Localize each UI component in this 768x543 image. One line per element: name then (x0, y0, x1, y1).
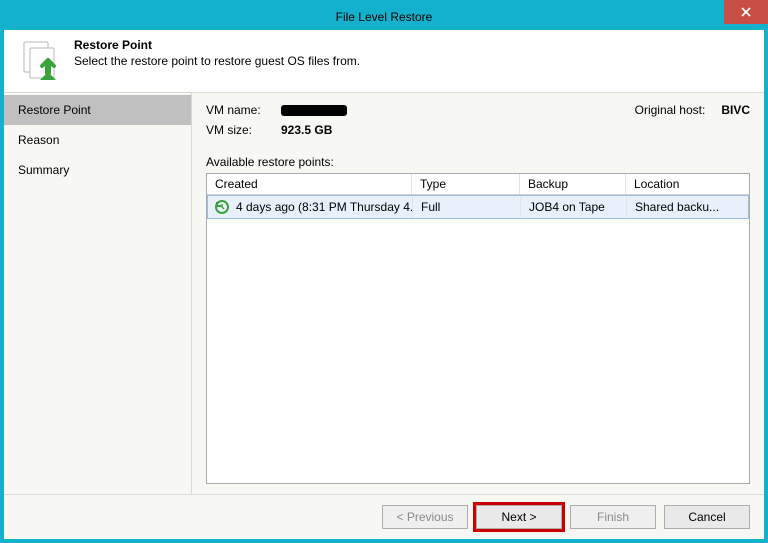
cell-type: Full (413, 197, 521, 217)
wizard-body: Restore Point Reason Summary VM name: Or… (4, 92, 764, 495)
cell-created: 4 days ago (8:31 PM Thursday 4... (236, 200, 413, 214)
original-host-value: BIVC (721, 103, 750, 117)
previous-button: < Previous (382, 505, 468, 529)
wizard-nav: Restore Point Reason Summary (4, 93, 192, 494)
close-button[interactable] (724, 0, 768, 24)
vm-name-row: VM name: Original host: BIVC (206, 103, 750, 117)
col-location[interactable]: Location (626, 174, 731, 194)
restore-point-row-icon (214, 199, 230, 215)
restore-point-icon (18, 38, 62, 82)
vm-size-row: VM size: 923.5 GB (206, 123, 750, 137)
wizard-window: File Level Restore Restore Point Select … (0, 0, 768, 543)
nav-step-summary[interactable]: Summary (4, 155, 191, 185)
vm-size-value: 923.5 GB (281, 123, 332, 137)
col-type[interactable]: Type (412, 174, 520, 194)
wizard-footer: < Previous Next > Finish Cancel (4, 495, 764, 539)
finish-button: Finish (570, 505, 656, 529)
grid-header: Created Type Backup Location (207, 174, 749, 195)
wizard-content: VM name: Original host: BIVC VM size: 92… (192, 93, 764, 494)
col-spacer (731, 174, 749, 194)
nav-step-reason[interactable]: Reason (4, 125, 191, 155)
restore-points-grid: Created Type Backup Location (206, 173, 750, 484)
col-backup[interactable]: Backup (520, 174, 626, 194)
original-host-label: Original host: (635, 103, 706, 117)
redacted-value (281, 105, 347, 116)
vm-name-label: VM name: (206, 103, 281, 117)
next-button[interactable]: Next > (476, 505, 562, 529)
cancel-button[interactable]: Cancel (664, 505, 750, 529)
table-row[interactable]: 4 days ago (8:31 PM Thursday 4... Full J… (207, 195, 749, 219)
close-icon (741, 7, 751, 17)
header-title: Restore Point (74, 38, 750, 52)
available-restore-points-label: Available restore points: (206, 155, 750, 169)
header-subtitle: Select the restore point to restore gues… (74, 54, 750, 68)
vm-size-label: VM size: (206, 123, 281, 137)
vm-name-value (281, 103, 347, 117)
window-title: File Level Restore (336, 10, 433, 24)
cell-location: Shared backu... (627, 197, 748, 217)
grid-body[interactable]: 4 days ago (8:31 PM Thursday 4... Full J… (207, 195, 749, 483)
titlebar: File Level Restore (4, 4, 764, 30)
cell-backup: JOB4 on Tape (521, 197, 627, 217)
wizard-header: Restore Point Select the restore point t… (4, 30, 764, 92)
col-created[interactable]: Created (207, 174, 412, 194)
nav-step-restore-point[interactable]: Restore Point (4, 95, 191, 125)
